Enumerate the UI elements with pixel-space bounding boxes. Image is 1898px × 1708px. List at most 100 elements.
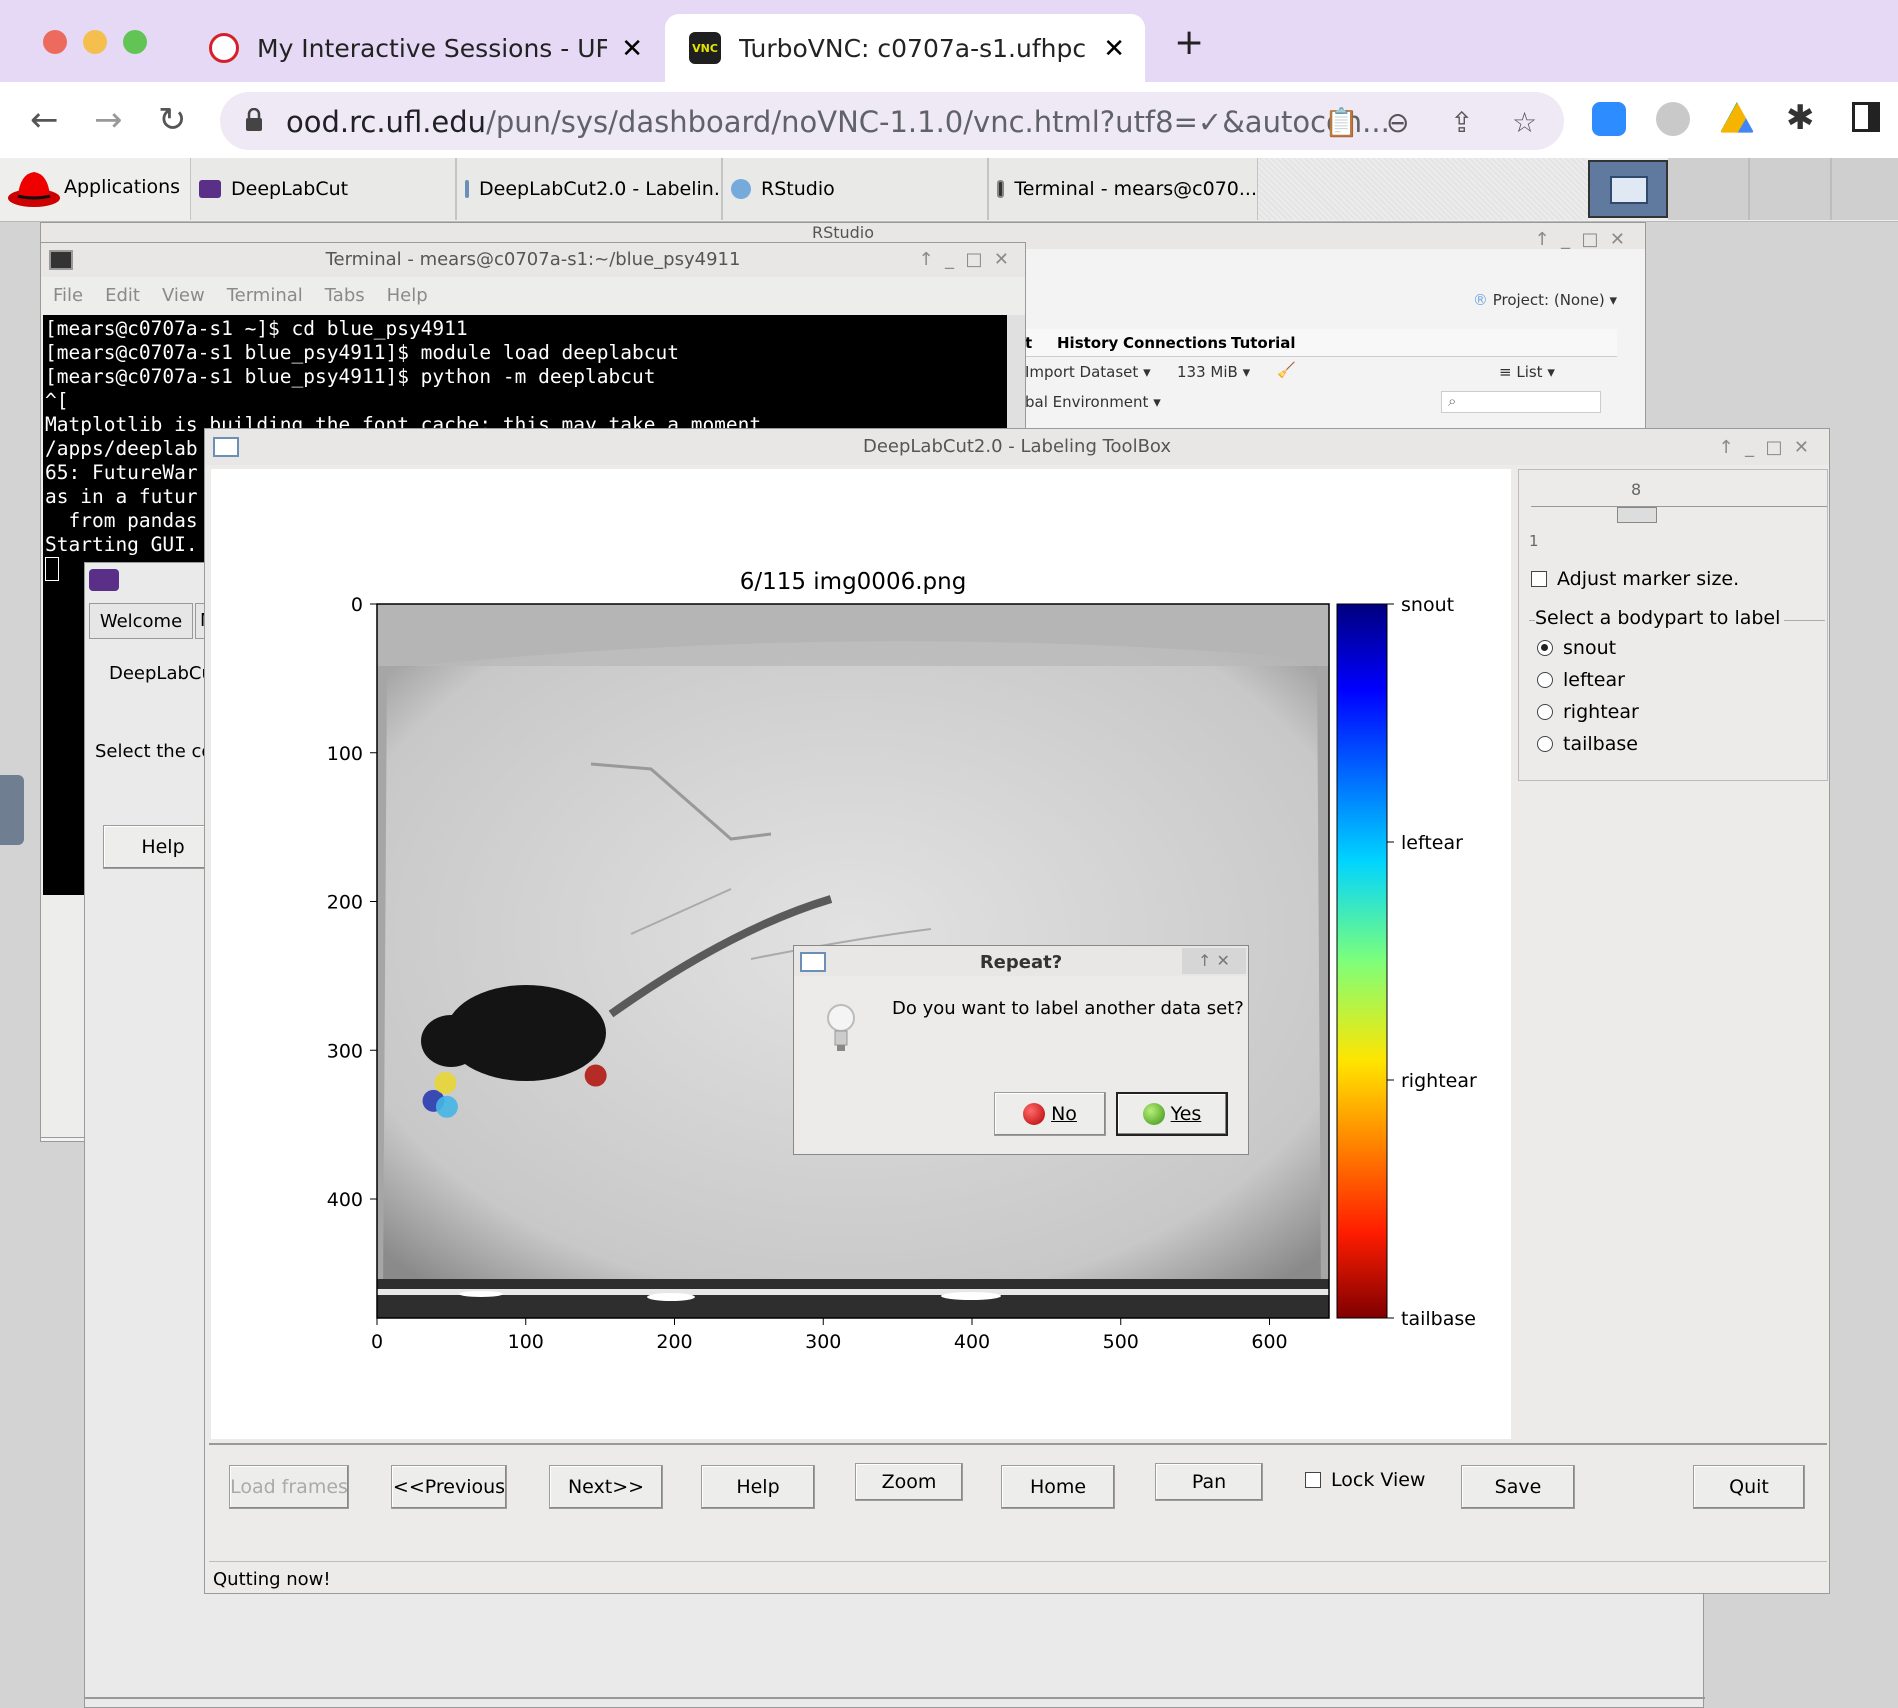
maximize-window-button[interactable] — [123, 30, 147, 54]
taskbar-labeling-toolbox[interactable]: DeepLabCut2.0 - Labelin... — [456, 158, 722, 220]
marker-size-slider[interactable] — [1531, 506, 1827, 523]
close-tab-icon[interactable]: ✕ — [1103, 34, 1125, 64]
menu-file[interactable]: File — [53, 285, 83, 306]
menu-terminal[interactable]: Terminal — [227, 285, 303, 306]
lightbulb-icon — [826, 998, 856, 1058]
taskbar-rstudio[interactable]: RStudio — [722, 158, 988, 220]
home-button[interactable]: Home — [1001, 1465, 1115, 1509]
tab-interactive-sessions[interactable]: My Interactive Sessions - UFIT ✕ — [185, 14, 663, 82]
radio-button[interactable] — [1537, 704, 1553, 720]
list-view-button[interactable]: ≡ List ▾ — [1499, 363, 1555, 381]
colorbar-labels: snout leftear rightear tailbase — [1387, 594, 1477, 1330]
radio-button[interactable] — [1537, 672, 1553, 688]
share-icon[interactable]: ⇪ — [1450, 106, 1473, 139]
tab-turbovnc[interactable]: VNC TurboVNC: c0707a-s1.ufhpc:1 ( ✕ — [665, 14, 1145, 82]
label-point-leftear[interactable] — [435, 1095, 458, 1118]
deeplabcut-icon — [199, 180, 221, 198]
workspace-switcher[interactable] — [1588, 160, 1668, 218]
environment-search-input[interactable]: ⌕ — [1441, 391, 1601, 413]
sidebar-toggle-icon[interactable] — [1852, 102, 1880, 132]
load-frames-button[interactable]: Load frames — [229, 1465, 349, 1509]
radio-button[interactable] — [1537, 640, 1553, 656]
google-drive-icon[interactable] — [1720, 102, 1754, 133]
x-tick-label: 100 — [508, 1331, 544, 1353]
bookmark-star-icon[interactable]: ☆ — [1512, 106, 1537, 139]
browser-tab-bar: My Interactive Sessions - UFIT ✕ VNC Tur… — [0, 0, 1898, 82]
zoom-button[interactable]: Zoom — [855, 1463, 963, 1501]
radio-leftear[interactable]: leftear — [1537, 669, 1625, 691]
env-label: bal Environment — [1025, 393, 1149, 411]
close-tab-icon[interactable]: ✕ — [621, 34, 643, 64]
omnibox[interactable]: ood.rc.ufl.edu/pun/sys/dashboard/noVNC-1… — [220, 92, 1564, 150]
redhat-logo-icon[interactable] — [6, 166, 62, 212]
save-button[interactable]: Save — [1461, 1465, 1575, 1509]
terminal-cursor — [45, 557, 59, 581]
taskbar-label: RStudio — [761, 178, 835, 200]
back-arrow-icon[interactable]: ← — [30, 100, 59, 140]
dialog-controls[interactable]: ↑ ✕ — [1182, 948, 1246, 974]
tab-history[interactable]: History — [1057, 334, 1118, 352]
yes-button[interactable]: Yes — [1116, 1092, 1228, 1136]
dialog-titlebar: Repeat? ↑ ✕ — [794, 946, 1248, 976]
menu-tabs[interactable]: Tabs — [325, 285, 365, 306]
close-window-button[interactable] — [43, 30, 67, 54]
menu-edit[interactable]: Edit — [105, 285, 140, 306]
radio-rightear[interactable]: rightear — [1537, 701, 1639, 723]
adjust-marker-checkbox[interactable]: Adjust marker size. — [1531, 568, 1739, 590]
colorbar-label-rightear: rightear — [1401, 1070, 1477, 1092]
label-point-rightear[interactable] — [434, 1071, 457, 1094]
clipboard-icon[interactable]: 📋 — [1324, 106, 1359, 139]
minimize-window-button[interactable] — [83, 30, 107, 54]
broom-icon[interactable]: 🧹 — [1277, 361, 1296, 379]
project-menu[interactable]: ® Project: (None) ▾ — [1473, 291, 1617, 309]
previous-button[interactable]: <<Previous — [391, 1465, 507, 1509]
x-tick-label: 300 — [805, 1331, 841, 1353]
memory-usage[interactable]: 133 MiB ▾ — [1177, 363, 1250, 381]
quit-button[interactable]: Quit — [1693, 1465, 1805, 1509]
taskbar-deeplabcut[interactable]: DeepLabCut — [190, 158, 456, 220]
url-path: /pun/sys/dashboard/noVNC-1.1.0/vnc.html?… — [486, 105, 1390, 139]
window-controls[interactable]: ↑ _ □ ✕ — [1534, 229, 1625, 250]
slider-handle[interactable] — [1617, 507, 1657, 523]
extensions-puzzle-icon[interactable]: ✱ — [1786, 98, 1815, 138]
applications-menu[interactable]: Applications — [64, 176, 180, 198]
tab-tutorial[interactable]: Tutorial — [1231, 334, 1296, 352]
reload-icon[interactable]: ↻ — [158, 100, 187, 140]
checkbox-label: Adjust marker size. — [1557, 568, 1740, 590]
window-controls[interactable]: ↑ _ □ ✕ — [1718, 437, 1809, 458]
forward-arrow-icon[interactable]: → — [94, 100, 123, 140]
tab-welcome[interactable]: Welcome — [89, 603, 193, 639]
global-environment-menu[interactable]: bal Environment ▾ — [1025, 393, 1161, 411]
zoom-out-icon[interactable]: ⊖ — [1386, 106, 1409, 139]
rstudio-icon — [731, 179, 751, 199]
record-extension-icon[interactable] — [1656, 102, 1690, 136]
import-dataset-button[interactable]: Import Dataset ▾ — [1025, 363, 1151, 381]
window-controls[interactable]: ↑ _ □ ✕ — [918, 249, 1009, 270]
tab-environment[interactable]: t — [1025, 334, 1032, 352]
repeat-dialog[interactable]: Repeat? ↑ ✕ Do you want to label another… — [793, 945, 1249, 1155]
checkbox-box[interactable] — [1305, 1472, 1321, 1488]
y-tick-label: 300 — [327, 1040, 363, 1062]
next-button[interactable]: Next>> — [549, 1465, 663, 1509]
taskbar-terminal[interactable]: Terminal - mears@c070... — [988, 158, 1258, 220]
radio-tailbase[interactable]: tailbase — [1537, 733, 1638, 755]
tab-connections[interactable]: Connections — [1123, 334, 1227, 352]
radio-button[interactable] — [1537, 736, 1553, 752]
help-button[interactable]: Help — [701, 1465, 815, 1509]
splitter[interactable] — [209, 1443, 1827, 1445]
url-text: ood.rc.ufl.edu/pun/sys/dashboard/noVNC-1… — [286, 105, 1390, 139]
x-tick-label: 400 — [954, 1331, 990, 1353]
new-tab-icon[interactable]: + — [1174, 22, 1204, 63]
no-button[interactable]: No — [994, 1092, 1106, 1136]
menu-view[interactable]: View — [162, 285, 205, 306]
lock-view-checkbox[interactable]: Lock View — [1305, 1469, 1425, 1491]
checkbox-box[interactable] — [1531, 571, 1547, 587]
menu-help[interactable]: Help — [387, 285, 428, 306]
zoom-extension-icon[interactable] — [1592, 102, 1626, 136]
novnc-control-handle[interactable] — [0, 775, 24, 845]
window-title: RStudio — [811, 223, 875, 242]
radio-snout[interactable]: snout — [1537, 637, 1616, 659]
label-point-tailbase[interactable] — [584, 1064, 607, 1087]
terminal-line: [mears@c0707a-s1 blue_psy4911]$ python -… — [45, 365, 656, 388]
pan-button[interactable]: Pan — [1155, 1463, 1263, 1501]
